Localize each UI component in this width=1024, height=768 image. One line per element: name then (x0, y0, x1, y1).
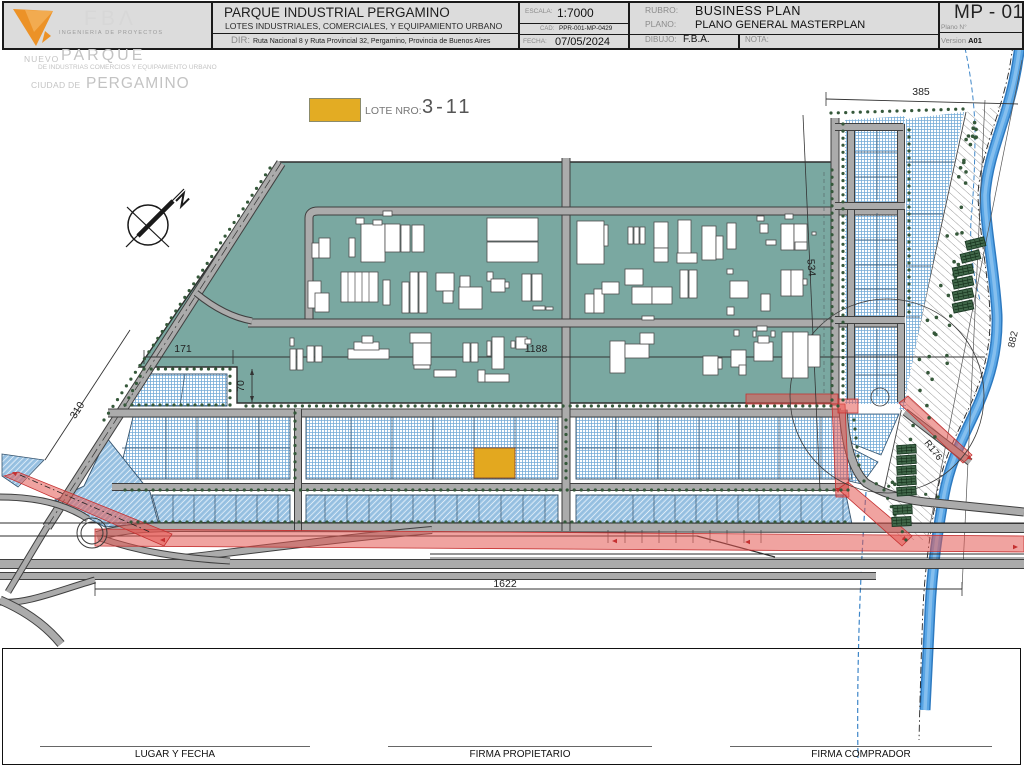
svg-text:385: 385 (912, 86, 930, 98)
svg-text:171: 171 (174, 343, 192, 355)
svg-text:882: 882 (1006, 330, 1020, 349)
svg-text:1188: 1188 (525, 343, 548, 355)
svg-text:70: 70 (235, 380, 247, 392)
svg-text:1622: 1622 (493, 578, 517, 590)
svg-text:534: 534 (804, 258, 817, 277)
svg-text:310: 310 (68, 400, 88, 421)
